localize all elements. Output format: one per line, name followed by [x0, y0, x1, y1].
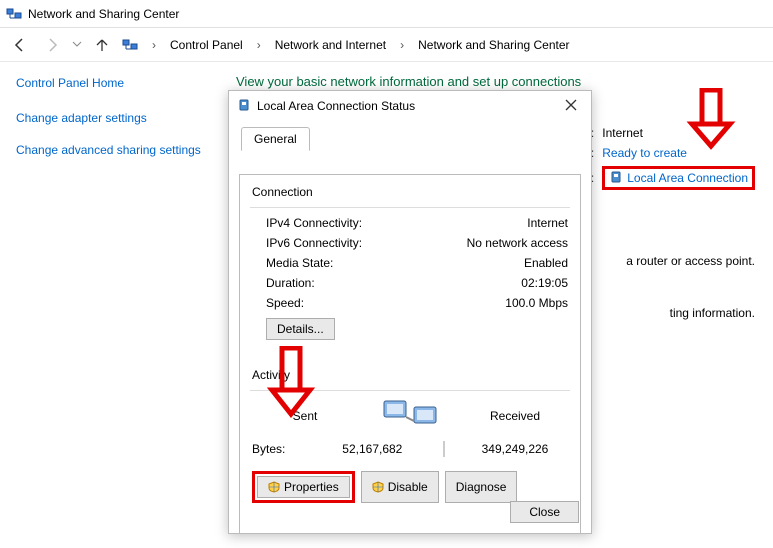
annotation-arrow-properties	[266, 346, 316, 418]
homegroup-link[interactable]: Ready to create	[602, 146, 687, 160]
close-button[interactable]: Close	[510, 501, 579, 523]
crumb-network-internet[interactable]: Network and Internet	[275, 38, 386, 52]
properties-highlight: Properties	[252, 471, 355, 503]
change-adapter-link[interactable]: Change adapter settings	[16, 110, 204, 126]
details-button[interactable]: Details...	[266, 318, 335, 340]
window-titlebar: Network and Sharing Center	[0, 0, 773, 28]
bytes-label: Bytes:	[252, 442, 302, 456]
ipv4-value: Internet	[527, 216, 568, 230]
media-state-label: Media State:	[266, 256, 333, 270]
connection-group-label: Connection	[252, 185, 568, 199]
address-icon	[122, 37, 138, 53]
diagnose-button[interactable]: Diagnose	[445, 471, 518, 503]
speed-label: Speed:	[266, 296, 304, 310]
shield-icon	[372, 481, 384, 493]
shield-icon	[268, 481, 280, 493]
dialog-close-button[interactable]	[559, 96, 583, 116]
dialog-body: General Connection IPv4 Connectivity: Int…	[229, 121, 591, 544]
bytes-received-value: 349,249,226	[462, 442, 568, 456]
nav-forward-button[interactable]	[40, 33, 64, 57]
properties-button-label: Properties	[284, 480, 339, 494]
duration-value: 02:19:05	[521, 276, 568, 290]
crumb-network-sharing[interactable]: Network and Sharing Center	[418, 38, 569, 52]
hint-text-1: a router or access point.	[626, 254, 755, 268]
connection-link-highlight: Local Area Connection	[602, 166, 755, 190]
nav-recent-caret[interactable]	[72, 38, 82, 52]
nav-up-button[interactable]	[90, 33, 114, 57]
ethernet-icon	[609, 171, 623, 185]
duration-label: Duration:	[266, 276, 315, 290]
ethernet-icon	[237, 99, 251, 113]
properties-button[interactable]: Properties	[257, 476, 350, 498]
disable-button-label: Disable	[388, 480, 428, 494]
ipv4-label: IPv4 Connectivity:	[266, 216, 362, 230]
activity-computers-icon	[380, 399, 440, 433]
activity-bytes-row: Bytes: 52,167,682 349,249,226	[252, 441, 568, 457]
tab-general[interactable]: General	[241, 127, 310, 151]
page-heading: View your basic network information and …	[236, 74, 757, 89]
nav-back-button[interactable]	[8, 33, 32, 57]
change-sharing-link[interactable]: Change advanced sharing settings	[16, 142, 204, 158]
sidebar: Control Panel Home Change adapter settin…	[0, 62, 220, 548]
network-center-icon	[6, 6, 22, 22]
connection-link[interactable]: Local Area Connection	[627, 171, 748, 185]
crumb-control-panel[interactable]: Control Panel	[170, 38, 243, 52]
bytes-sent-value: 52,167,682	[319, 442, 425, 456]
window-title: Network and Sharing Center	[28, 7, 179, 21]
dialog-title: Local Area Connection Status	[257, 99, 415, 113]
dialog-titlebar: Local Area Connection Status	[229, 91, 591, 121]
ipv6-value: No network access	[467, 236, 568, 250]
control-panel-home-link[interactable]: Control Panel Home	[16, 76, 204, 90]
disable-button[interactable]: Disable	[361, 471, 439, 503]
annotation-arrow-connection	[686, 88, 736, 150]
ipv6-label: IPv6 Connectivity:	[266, 236, 362, 250]
hint-text-2: ting information.	[670, 306, 755, 320]
dialog-button-row: Properties Disable Diagnose	[252, 471, 568, 503]
nav-toolbar: › Control Panel › Network and Internet ›…	[0, 28, 773, 62]
chevron-right-icon[interactable]: ›	[152, 38, 156, 52]
speed-value: 100.0 Mbps	[505, 296, 568, 310]
access-type-value: Internet	[602, 126, 643, 140]
connection-status-dialog: Local Area Connection Status General Con…	[228, 90, 592, 534]
chevron-right-icon[interactable]: ›	[257, 38, 261, 52]
media-state-value: Enabled	[524, 256, 568, 270]
chevron-right-icon[interactable]: ›	[400, 38, 404, 52]
connection-rows: IPv4 Connectivity: Internet IPv6 Connecti…	[266, 216, 568, 310]
received-label: Received	[462, 409, 568, 423]
